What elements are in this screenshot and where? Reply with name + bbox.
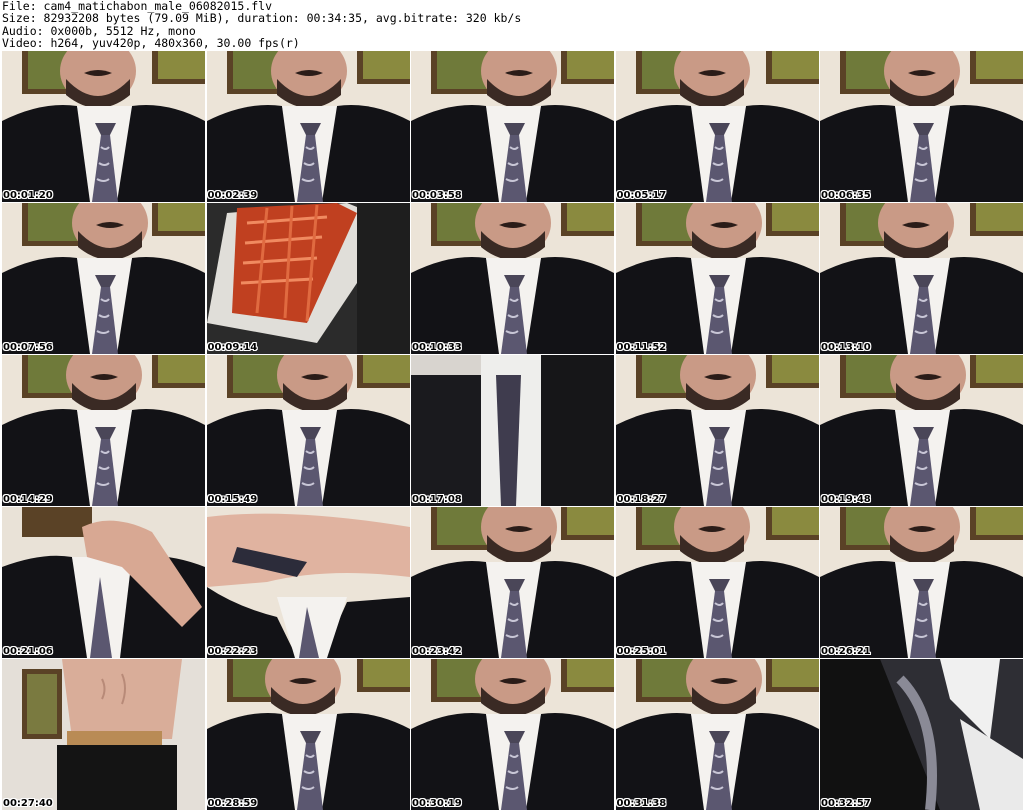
timestamp-label: 00:03:58 [412, 190, 462, 201]
timestamp-label: 00:27:40 [3, 798, 53, 809]
timestamp-label: 00:17:08 [412, 494, 462, 505]
video-thumbnail: 00:14:29 [2, 355, 205, 506]
video-thumbnail: 00:03:58 [411, 51, 614, 202]
frame-image [615, 51, 819, 202]
timestamp-label: 00:13:10 [821, 342, 871, 353]
file-size-line: Size: 82932208 bytes (79.09 MiB), durati… [2, 11, 522, 26]
frame-image [411, 507, 614, 658]
frame-image [411, 51, 614, 202]
timestamp-label: 00:01:20 [3, 190, 53, 201]
timestamp-label: 00:21:06 [3, 646, 53, 657]
video-thumbnail: 00:05:17 [615, 51, 819, 202]
video-thumbnail: 00:06:35 [820, 51, 1023, 202]
video-thumbnail: 00:26:21 [820, 507, 1023, 658]
frame-image [206, 659, 410, 810]
video-thumbnail: 00:25:01 [615, 507, 819, 658]
frame-image [2, 507, 205, 658]
frame-image [820, 659, 1023, 810]
timestamp-label: 00:30:19 [412, 798, 462, 809]
frame-image [615, 355, 819, 506]
video-thumbnail: 00:09:14 [206, 203, 410, 354]
timestamp-label: 00:23:42 [412, 646, 462, 657]
video-thumbnail: 00:01:20 [2, 51, 205, 202]
video-thumbnail: 00:30:19 [411, 659, 614, 810]
frame-image [820, 51, 1023, 202]
timestamp-label: 00:07:56 [3, 342, 53, 353]
video-thumbnail: 00:02:39 [206, 51, 410, 202]
video-thumbnail: 00:31:38 [615, 659, 819, 810]
frame-image [2, 203, 205, 354]
timestamp-label: 00:22:23 [207, 646, 258, 657]
frame-image [411, 659, 614, 810]
video-thumbnail: 00:15:49 [206, 355, 410, 506]
video-info-line: Video: h264, yuv420p, 480x360, 30.00 fps… [2, 36, 300, 51]
frame-image [411, 203, 614, 354]
video-thumbnail: 00:21:06 [2, 507, 205, 658]
frame-image [615, 659, 819, 810]
timestamp-label: 00:26:21 [821, 646, 871, 657]
timestamp-label: 00:28:59 [207, 798, 258, 809]
frame-image [615, 507, 819, 658]
video-thumbnail: 00:32:57 [820, 659, 1023, 810]
video-thumbnail: 00:28:59 [206, 659, 410, 810]
video-thumbnail: 00:19:48 [820, 355, 1023, 506]
video-thumbnail: 00:27:40 [2, 659, 205, 810]
timestamp-label: 00:10:33 [412, 342, 462, 353]
frame-image [820, 355, 1023, 506]
video-thumbnail: 00:10:33 [411, 203, 614, 354]
frame-image [820, 507, 1023, 658]
timestamp-label: 00:06:35 [821, 190, 871, 201]
video-thumbnail: 00:17:08 [411, 355, 614, 506]
timestamp-label: 00:02:39 [207, 190, 258, 201]
frame-image [2, 51, 205, 202]
timestamp-label: 00:25:01 [616, 646, 667, 657]
timestamp-label: 00:31:38 [616, 798, 667, 809]
video-thumbnail: 00:07:56 [2, 203, 205, 354]
timestamp-label: 00:19:48 [821, 494, 871, 505]
file-info-header: File: cam4_matichabon_male_06082015.flv … [2, 0, 1022, 50]
frame-image [2, 355, 205, 506]
timestamp-label: 00:15:49 [207, 494, 258, 505]
video-thumbnail: 00:18:27 [615, 355, 819, 506]
frame-image [206, 355, 410, 506]
frame-image [206, 203, 410, 354]
frame-image [2, 659, 205, 810]
frame-image [206, 51, 410, 202]
video-thumbnail: 00:13:10 [820, 203, 1023, 354]
video-thumbnail: 00:11:52 [615, 203, 819, 354]
frame-image [206, 507, 410, 658]
video-thumbnail: 00:23:42 [411, 507, 614, 658]
timestamp-label: 00:14:29 [3, 494, 53, 505]
timestamp-label: 00:11:52 [616, 342, 667, 353]
thumbnail-grid: 00:01:20 00:02:39 00:03:58 00:05:17 00:0… [2, 51, 1023, 811]
frame-image [411, 355, 614, 506]
timestamp-label: 00:18:27 [616, 494, 667, 505]
timestamp-label: 00:32:57 [821, 798, 871, 809]
video-thumbnail: 00:22:23 [206, 507, 410, 658]
timestamp-label: 00:05:17 [616, 190, 667, 201]
frame-image [820, 203, 1023, 354]
frame-image [615, 203, 819, 354]
timestamp-label: 00:09:14 [207, 342, 258, 353]
